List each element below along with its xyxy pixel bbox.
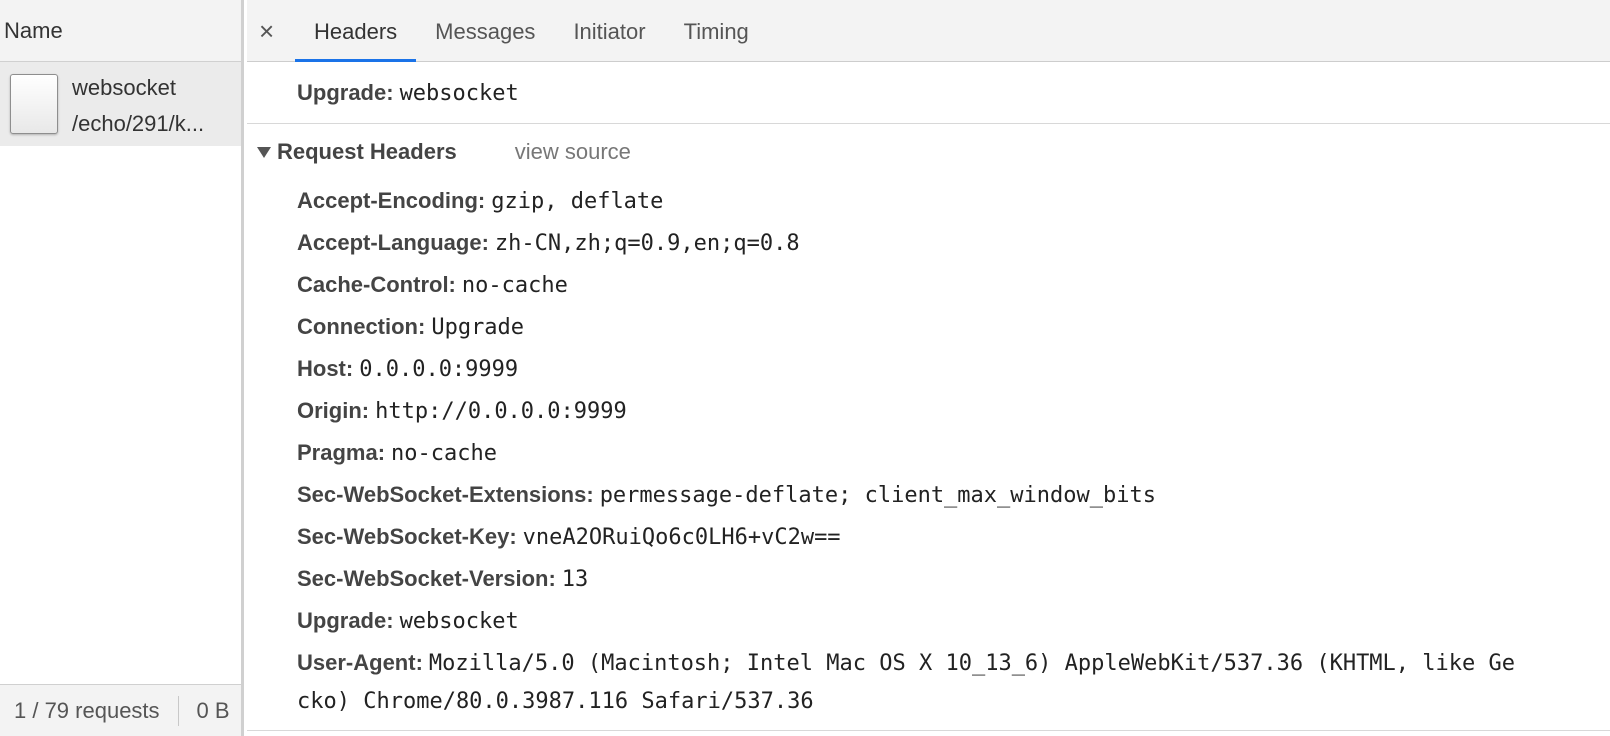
header-value: 13 [561,567,589,592]
header-key: Accept-Encoding: [297,188,486,213]
header-key: Upgrade: [297,80,394,105]
header-row: Host: 0.0.0.0:9999 [297,348,1610,390]
header-value: websocket [399,609,519,634]
divider [177,695,179,726]
document-icon [10,74,58,134]
header-key: Cache-Control: [297,272,456,297]
header-key: Sec-WebSocket-Extensions: [297,482,594,507]
tab-list: Headers Messages Initiator Timing [295,0,768,62]
header-value: permessage-deflate; client_max_window_bi… [599,483,1156,508]
request-headers-list: Accept-Encoding: gzip, deflate Accept-Lan… [297,180,1610,720]
tab-headers[interactable]: Headers [295,0,417,62]
tab-messages[interactable]: Messages [416,0,554,61]
header-value: Mozilla/5.0 (Macintosh; Intel Mac OS X 1… [428,651,1516,676]
header-value: websocket [399,81,519,106]
request-headers-section-header[interactable]: Request Headers view source [257,124,1610,180]
header-value: no-cache [391,441,498,466]
request-headers-title: Request Headers [277,139,457,164]
header-value: 0.0.0.0:9999 [359,357,519,382]
requests-panel: Name websocket /echo/291/k... 1 / 79 req… [0,0,244,736]
user-agent-continuation: cko) Chrome/80.0.3987.116 Safari/537.36 [297,689,814,714]
header-row: Sec-WebSocket-Version: 13 [297,558,1610,600]
header-row: Sec-WebSocket-Extensions: permessage-defl… [297,474,1610,516]
header-row: Pragma: no-cache [297,432,1610,474]
view-source-link[interactable]: view source [515,139,631,165]
header-value: no-cache [461,273,568,298]
transferred-size: 0 B [196,697,230,723]
request-row[interactable]: websocket /echo/291/k... [0,62,241,146]
header-row: Sec-WebSocket-Key: vneA2ORuiQo6c0LH6+vC2w… [297,516,1610,558]
header-value: gzip, deflate [491,189,664,214]
header-key: Connection: [297,314,426,339]
header-value: vneA2ORuiQo6c0LH6+vC2w== [522,525,841,550]
header-row: Upgrade: websocket [297,600,1610,642]
close-icon[interactable]: × [259,16,274,46]
request-path: /echo/291/k... [72,111,205,136]
tab-timing[interactable]: Timing [665,0,768,61]
divider [247,730,1610,731]
header-row: Connection: Upgrade [297,306,1610,348]
name-column-label: Name [4,17,63,43]
name-column-header[interactable]: Name [0,0,241,62]
header-key: Sec-WebSocket-Key: [297,524,517,549]
header-value: http://0.0.0.0:9999 [375,399,627,424]
header-value: zh-CN,zh;q=0.9,en;q=0.8 [494,231,800,256]
details-tabbar: × Headers Messages Initiator Timing [247,0,1610,62]
header-row: User-Agent: Mozilla/5.0 (Macintosh; Intel… [297,642,1610,684]
header-value: Upgrade [431,315,525,340]
header-row: Accept-Encoding: gzip, deflate [297,180,1610,222]
header-row: Origin: http://0.0.0.0:9999 [297,390,1610,432]
details-panel: × Headers Messages Initiator Timing Upgr… [247,0,1610,736]
header-key: Sec-WebSocket-Version: [297,566,556,591]
request-count: 1 / 79 requests [14,697,160,723]
headers-content: Upgrade: websocket Request Headers view s… [247,62,1610,720]
request-name: websocket [72,75,176,100]
expand-triangle-icon[interactable] [257,146,271,158]
status-bar: 1 / 79 requests 0 B [0,684,241,736]
header-row: Cache-Control: no-cache [297,264,1610,306]
tab-initiator[interactable]: Initiator [554,0,664,61]
response-header-upgrade: Upgrade: websocket [247,62,1610,124]
header-row: Accept-Language: zh-CN,zh;q=0.9,en;q=0.8 [297,222,1610,264]
header-key: Pragma: [297,440,386,465]
header-key: User-Agent: [297,650,423,675]
header-key: Origin: [297,398,370,423]
header-key: Upgrade: [297,608,394,633]
header-key: Host: [297,356,354,381]
header-key: Accept-Language: [297,230,489,255]
